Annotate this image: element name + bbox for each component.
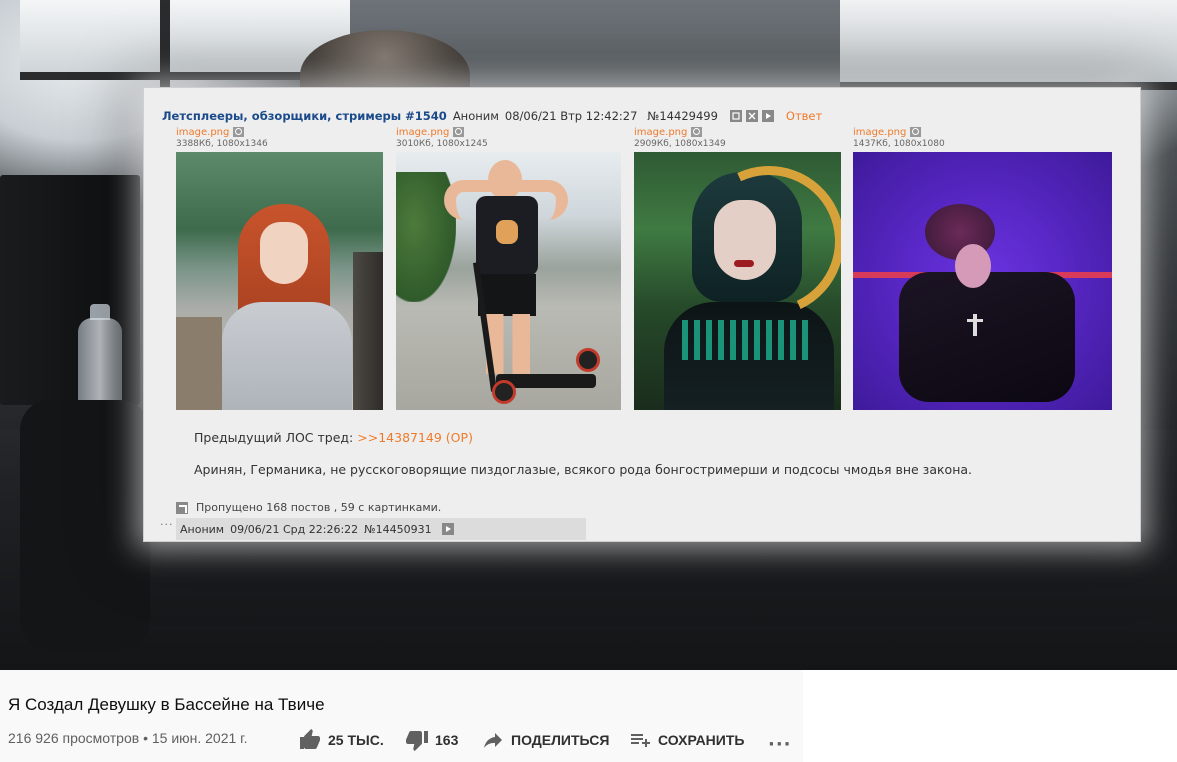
share-button[interactable]: ПОДЕЛИТЬСЯ	[481, 728, 609, 752]
like-count: 25 ТЫС.	[328, 732, 384, 748]
background-window	[840, 0, 1177, 90]
playlist-add-icon	[631, 734, 650, 747]
image-filename: image.png	[396, 126, 450, 138]
prev-thread-link: >>14387149 (OP)	[357, 430, 473, 445]
prev-thread-line: Предыдущий ЛОС тред: >>14387149 (OP)	[194, 430, 473, 445]
share-icon	[484, 733, 502, 748]
image-meta: 2909Кб, 1080x1349	[634, 139, 726, 149]
more-actions-button[interactable]: ···	[768, 734, 792, 755]
image-filename: image.png	[176, 126, 230, 138]
expand-icon	[176, 501, 188, 514]
like-button[interactable]: 25 ТЫС.	[298, 728, 384, 752]
zoom-icon	[453, 127, 465, 137]
prev-thread-label: Предыдущий ЛОС тред:	[194, 430, 354, 445]
skipped-posts: Пропущено 168 постов , 59 с картинками.	[176, 501, 441, 514]
post-image-1: image.png 3388Кб, 1080x1346	[176, 126, 383, 410]
post-image-3: image.png 2909Кб, 1080x1349	[634, 126, 841, 410]
video-info-blank	[803, 670, 1177, 762]
video-player[interactable]: Летсплееры, обзорщики, стримеры #1540 Ан…	[0, 0, 1177, 670]
post-image-4: image.png 1437Кб, 1080x1080	[853, 126, 1112, 410]
post-header: Летсплееры, обзорщики, стримеры #1540 Ан…	[162, 108, 822, 124]
image-filename: image.png	[634, 126, 688, 138]
post-number: №14429499	[647, 109, 718, 123]
image-meta: 1437Кб, 1080x1080	[853, 139, 945, 149]
image-meta: 3010Кб, 1080x1245	[396, 139, 488, 149]
post-date: 08/06/21 Втр 12:42:27	[504, 109, 638, 123]
image-filename: image.png	[853, 126, 907, 138]
video-meta: 216 926 просмотров • 15 июн. 2021 г.	[8, 730, 248, 746]
next-reply-header: Аноним 09/06/21 Срд 22:26:22 №14450931	[176, 518, 586, 540]
image-thumbnail	[176, 152, 383, 410]
play-post-icon	[441, 523, 454, 535]
save-button[interactable]: СОХРАНИТЬ	[628, 728, 744, 752]
report-post-icon	[745, 110, 758, 122]
dislike-count: 163	[435, 732, 459, 748]
video-title: Я Создал Девушку в Бассейне на Твиче	[8, 695, 325, 714]
reply-date: 09/06/21 Срд 22:26:22	[230, 522, 359, 536]
save-label: СОХРАНИТЬ	[658, 732, 745, 748]
play-post-icon	[761, 110, 774, 122]
image-meta: 3388Кб, 1080x1346	[176, 139, 268, 149]
reply-dots: ···	[160, 518, 174, 531]
image-thumbnail	[396, 152, 621, 410]
reply-author: Аноним	[180, 522, 225, 536]
dislike-button[interactable]: 163	[405, 728, 458, 752]
share-label: ПОДЕЛИТЬСЯ	[511, 732, 610, 748]
hide-post-icon	[729, 110, 742, 122]
image-thumbnail	[634, 152, 841, 410]
reply-number: №14450931	[364, 522, 432, 536]
skipped-text: Пропущено 168 постов , 59 с картинками.	[196, 501, 442, 514]
zoom-icon	[233, 127, 245, 137]
thumbs-down-icon	[406, 731, 428, 751]
zoom-icon	[910, 127, 922, 137]
zoom-icon	[691, 127, 703, 137]
post-reply-link: Ответ	[785, 109, 823, 123]
background-window-frame	[160, 0, 170, 90]
thumbs-up-icon	[300, 729, 320, 749]
post-subject: Летсплееры, обзорщики, стримеры #1540	[162, 109, 447, 123]
image-thumbnail	[853, 152, 1112, 410]
post-body: Аринян, Германика, не русскоговорящие пи…	[194, 462, 972, 477]
post-author: Аноним	[452, 109, 499, 123]
background-chair	[20, 400, 150, 650]
post-image-2: image.png 3010Кб, 1080x1245	[396, 126, 621, 410]
imageboard-post-screenshot: Летсплееры, обзорщики, стримеры #1540 Ан…	[143, 87, 1141, 542]
